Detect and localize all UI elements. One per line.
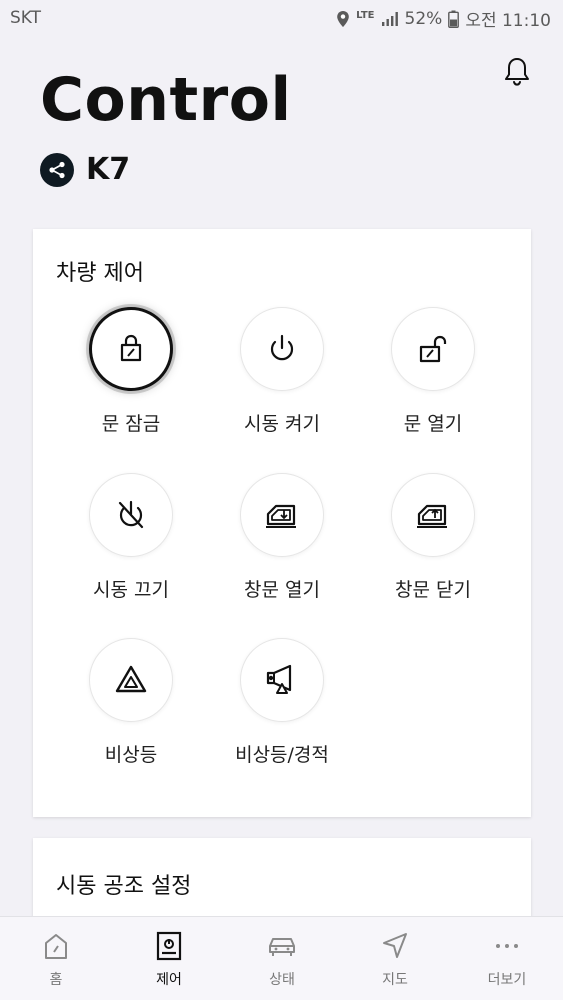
car-icon xyxy=(269,938,295,956)
carrier-label: SKT xyxy=(10,8,42,28)
hazard-icon xyxy=(115,665,147,693)
control-label: 비상등 xyxy=(104,744,158,766)
page-title: Control xyxy=(40,65,292,135)
status-bar: SKT LTE 52% 오전 11:10 xyxy=(0,0,563,36)
status-indicators: LTE 52% 오전 11:10 xyxy=(336,6,551,31)
control-engine-stop[interactable]: 시동 끄기 xyxy=(51,473,211,602)
nav-label: 홈 xyxy=(49,972,63,988)
nav-item-control[interactable]: 제어 xyxy=(129,931,209,989)
control-window-close[interactable]: 창문 닫기 xyxy=(353,473,513,602)
card-title: 시동 공조 설정 xyxy=(56,874,192,899)
window-open-button[interactable] xyxy=(240,473,324,557)
control-hazard[interactable]: 비상등 xyxy=(51,638,211,767)
control-window-open[interactable]: 창문 열기 xyxy=(202,473,362,602)
control-label: 비상등/경적 xyxy=(235,744,329,766)
control-screen: SKT LTE 52% 오전 11:10 Control K7 차량 제어 문 … xyxy=(0,0,563,1000)
notification-bell-icon[interactable] xyxy=(502,56,532,88)
nav-label: 상태 xyxy=(269,972,295,988)
card-title: 차량 제어 xyxy=(56,261,144,286)
control-icon xyxy=(156,931,182,961)
more-icon xyxy=(496,944,518,948)
control-hazard-horn[interactable]: 비상등/경적 xyxy=(202,638,362,767)
window-close-button[interactable] xyxy=(391,473,475,557)
engine-start-button[interactable] xyxy=(240,307,324,391)
unlock-icon xyxy=(419,335,447,363)
control-label: 시동 끄기 xyxy=(93,579,169,601)
nav-label: 더보기 xyxy=(487,972,527,988)
nav-item-home[interactable]: 홈 xyxy=(16,931,96,989)
clock: 오전 11:10 xyxy=(465,11,551,31)
control-label: 창문 닫기 xyxy=(395,579,471,601)
power-off-icon xyxy=(118,500,144,529)
network-type-label: LTE xyxy=(356,9,375,21)
location-icon xyxy=(337,10,349,27)
climate-settings-card[interactable]: 시동 공조 설정 xyxy=(33,838,531,928)
nav-item-status[interactable]: 상태 xyxy=(242,931,322,989)
lock-button[interactable] xyxy=(89,307,173,391)
hazard-horn-button[interactable] xyxy=(240,638,324,722)
control-label: 시동 켜기 xyxy=(244,413,320,435)
home-icon xyxy=(45,934,67,959)
control-label: 창문 열기 xyxy=(244,579,320,601)
control-label: 문 열기 xyxy=(403,413,463,435)
engine-stop-button[interactable] xyxy=(89,473,173,557)
vehicle-selector[interactable]: K7 xyxy=(40,152,130,187)
battery-icon xyxy=(448,10,460,28)
hazard-button[interactable] xyxy=(89,638,173,722)
nav-label: 지도 xyxy=(382,972,408,988)
window-close-icon xyxy=(417,504,447,528)
unlock-button[interactable] xyxy=(391,307,475,391)
window-open-icon xyxy=(266,504,296,528)
nav-item-more[interactable]: 더보기 xyxy=(467,931,547,989)
lock-icon xyxy=(120,334,142,362)
bottom-navigation: 홈 제어 상태 지도 더보기 xyxy=(0,916,563,1000)
battery-percent: 52% xyxy=(404,8,443,29)
control-unlock-door[interactable]: 문 열기 xyxy=(353,307,513,436)
signal-icon xyxy=(381,11,398,26)
share-icon[interactable] xyxy=(40,152,74,187)
nav-item-map[interactable]: 지도 xyxy=(355,931,435,989)
vehicle-control-card: 차량 제어 문 잠금 시동 켜기 문 열기 시동 끄기 창문 열기 창문 닫기 … xyxy=(33,229,531,817)
control-engine-start[interactable]: 시동 켜기 xyxy=(202,307,362,436)
hazard-horn-icon xyxy=(266,664,292,694)
vehicle-name: K7 xyxy=(86,152,131,187)
control-label: 문 잠금 xyxy=(101,413,161,435)
navigation-icon xyxy=(383,933,407,958)
control-lock-door[interactable]: 문 잠금 xyxy=(51,307,211,436)
nav-label: 제어 xyxy=(156,972,182,988)
power-on-icon xyxy=(270,334,294,361)
